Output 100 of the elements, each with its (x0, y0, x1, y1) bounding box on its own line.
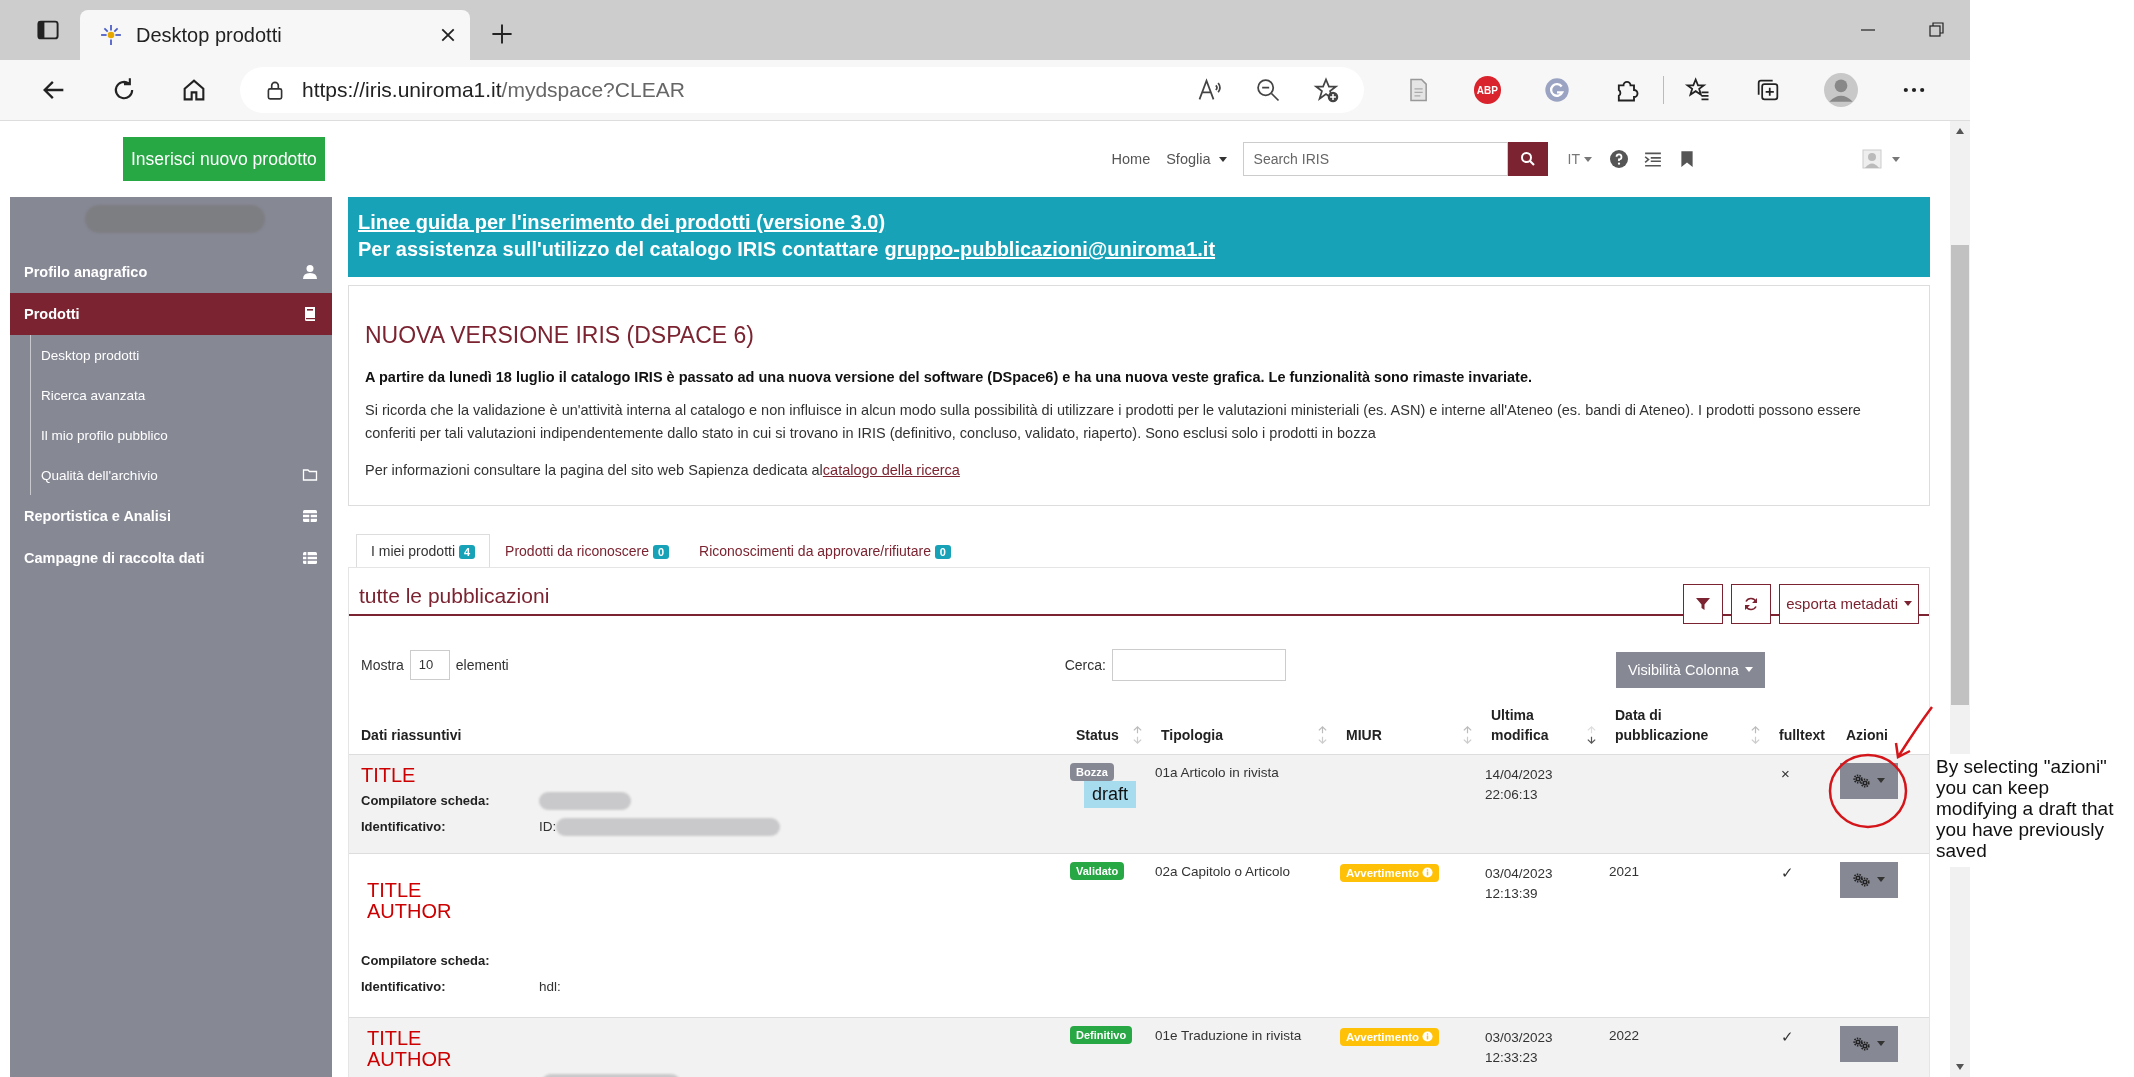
info-icon (1422, 867, 1434, 879)
sidebar-toggle-icon[interactable] (36, 18, 60, 42)
profile-avatar-icon[interactable] (1824, 73, 1858, 107)
item-title: TITLE (367, 879, 423, 901)
sidebar-item[interactable]: Reportistica e Analisi (10, 495, 332, 537)
column-header[interactable]: Tipologia (1161, 725, 1315, 746)
info-icon (1422, 1031, 1434, 1043)
warning-badge: Avvertimento (1340, 1027, 1440, 1046)
field-value: hdl: (539, 979, 561, 995)
url-text: https://iris.uniroma1.it/mydspace?CLEAR (302, 78, 685, 102)
export-metadata-button[interactable]: esporta metadati (1779, 583, 1919, 624)
column-header[interactable]: Dati riassuntivi (361, 725, 1058, 746)
list-indent-icon[interactable] (1644, 150, 1662, 168)
restore-icon[interactable] (1926, 20, 1946, 40)
item-title: TITLE (361, 764, 417, 786)
adblock-button[interactable]: ABP (1473, 76, 1501, 104)
table-cell-text: 03/03/2023 12:33:23 (1485, 1028, 1554, 1068)
count-badge: 4 (458, 544, 476, 559)
filter-icon (1695, 595, 1712, 612)
banner-text: Per assistenza sull'utilizzo del catalogo IRIS contattare (358, 238, 879, 261)
column-header[interactable]: Data di pubblicazione (1615, 704, 1748, 746)
sidebar-item[interactable]: Prodotti (10, 293, 332, 335)
browser-tab[interactable]: Desktop prodotti (80, 10, 470, 60)
gears-icon (1853, 872, 1871, 887)
address-bar[interactable]: https://iris.uniroma1.it/mydspace?CLEAR (240, 67, 1364, 113)
field-label: Identificativo: (361, 819, 447, 835)
list-icon (302, 550, 318, 566)
column-header[interactable]: Ultima modifica (1491, 704, 1584, 746)
search-button[interactable] (1507, 142, 1548, 176)
table-cell-text: 02a Capitolo o Articolo (1154, 862, 1292, 881)
table-icon (302, 508, 318, 524)
close-icon[interactable] (440, 27, 456, 43)
field-value: ID: (539, 819, 557, 835)
table-cell: 2022 (1609, 1027, 1640, 1043)
search-label: Cerca: (1064, 656, 1106, 673)
table-cell-text: 01e Traduzione in rivista (1154, 1026, 1303, 1045)
bookmark-icon[interactable] (1678, 150, 1696, 168)
actions-button[interactable] (1840, 1025, 1898, 1062)
column-visibility-button[interactable]: Visibilità Colonna (1615, 651, 1765, 688)
tab[interactable]: I miei prodotti 4 (356, 533, 491, 567)
notice-lead: A partire da lunedì 18 luglio il catalogo IRIS è passato ad una nuova versione del software (DSpace6) e ha una nuova veste grafica. Le funzionalità sono rimaste invariate. (365, 369, 1534, 385)
sidebar-subitem[interactable]: Qualità dell'archivio (41, 455, 332, 495)
plus-icon[interactable] (490, 22, 514, 46)
sidebar-subitem[interactable]: Desktop prodotti (41, 335, 332, 375)
table-cell-text: 01a Articolo in rivista (1154, 763, 1280, 782)
book-icon (302, 306, 318, 322)
tab[interactable]: Prodotti da riconoscere 0 (490, 533, 685, 567)
fulltext-mark: ✓ (1781, 863, 1794, 881)
actions-button[interactable] (1840, 762, 1898, 799)
notice-title: NUOVA VERSIONE IRIS (DSPACE 6) (365, 322, 755, 349)
notice-paragraph: Per informazioni consultare la pagina del sito web Sapienza dedicata alcatalogo della ricerca (365, 461, 961, 481)
sidebar-subitem[interactable]: Il mio profilo pubblico (41, 415, 332, 455)
help-icon[interactable] (1610, 150, 1628, 168)
gears-icon (1853, 1036, 1871, 1051)
count-badge: 0 (934, 544, 951, 559)
show-label: Mostra (361, 656, 404, 673)
nav-link[interactable]: Sfoglia (1166, 151, 1227, 167)
table-search-field[interactable] (1111, 648, 1286, 681)
page-size-field[interactable]: 10 (409, 649, 450, 680)
status-badge: Validato (1070, 861, 1125, 880)
tab[interactable]: Riconoscimenti da approvare/rifiutare 0 (684, 533, 966, 567)
fulltext-mark: × (1781, 764, 1790, 782)
draft-note: draft (1084, 780, 1137, 808)
table-cell-text: 14/04/2023 22:06:13 (1485, 765, 1554, 805)
column-header[interactable]: Status (1076, 725, 1130, 746)
item-title: AUTHOR (367, 1048, 453, 1070)
fulltext-mark: ✓ (1781, 1027, 1794, 1045)
sidebar-item[interactable]: Campagne di raccolta dati (10, 537, 332, 579)
nav-link[interactable]: Home (1111, 151, 1151, 167)
sort-desc-icon[interactable] (1586, 723, 1597, 746)
column-header[interactable]: Azioni (1846, 725, 1923, 746)
refresh-icon (1743, 595, 1760, 612)
filter-button[interactable] (1683, 583, 1724, 624)
actions-button[interactable] (1840, 861, 1898, 898)
refresh-button[interactable] (1731, 583, 1772, 624)
sidebar-subitem[interactable]: Ricerca avanzata (41, 375, 332, 415)
language-menu[interactable]: IT (1567, 151, 1592, 167)
notice-paragraph: Si ricorda che la validazione è un'attività interna al catalogo e non influisce in alcun modo sulla possibilità di utilizzare i prodotti per le valutazioni ministeriali (es. ASN) e interne all'Ateneo (es. bandi di Ateneo). I prodotti possono essere conferiti per tali valutazioni indipendentemente dallo stato in cui si trovano in IRIS (definitivo, concluso, validato, riaperto). Sono esclusi solo i prodotti in bozza (365, 401, 1862, 444)
show-suffix: elementi (455, 656, 509, 673)
field-label: Identificativo: (361, 979, 447, 995)
folder-icon (302, 467, 318, 483)
scroll-down-icon[interactable] (1955, 1063, 1965, 1071)
table-cell-text: 03/04/2023 12:13:39 (1485, 864, 1554, 904)
person-icon (302, 264, 318, 280)
item-title: AUTHOR (367, 900, 453, 922)
panel-title: tutte le pubblicazioni (359, 583, 550, 609)
flower-icon (100, 24, 122, 46)
scrollbar-thumb[interactable] (1951, 245, 1969, 705)
catalog-link[interactable]: catalogo della ricerca (822, 462, 960, 479)
field-label: Compilatore scheda: (361, 793, 491, 809)
status-badge: Definitivo (1070, 1025, 1133, 1044)
table-cell: 2021 (1609, 863, 1640, 879)
count-badge: 0 (652, 544, 670, 559)
sidebar-item[interactable]: Profilo anagrafico (10, 251, 332, 293)
status-badge: Bozza (1070, 762, 1114, 781)
column-header[interactable]: MIUR (1346, 725, 1460, 746)
gears-icon (1853, 773, 1871, 788)
scroll-up-icon[interactable] (1955, 127, 1965, 135)
search-field[interactable]: Search IRIS (1242, 142, 1508, 176)
column-header[interactable]: fulltext (1779, 725, 1828, 746)
